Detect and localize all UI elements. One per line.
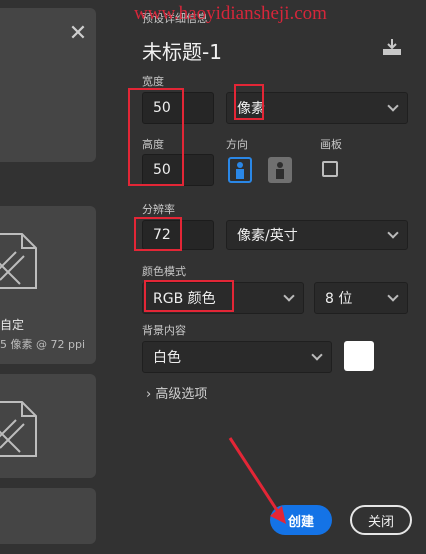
width-label: 宽度	[142, 75, 164, 88]
artboard-checkbox[interactable]	[322, 161, 338, 177]
width-unit-value: 像素	[237, 101, 265, 117]
chevron-right-icon: ›	[146, 387, 152, 402]
bit-depth-value: 8 位	[325, 291, 353, 307]
card-subtitle: 5 像素 @ 72 ppi	[0, 338, 86, 351]
resolution-unit-value: 像素/英寸	[237, 228, 298, 244]
resolution-unit-select[interactable]: 像素/英寸	[226, 220, 408, 250]
preset-card[interactable]	[0, 374, 96, 478]
color-mode-select[interactable]: RGB 颜色	[142, 282, 304, 314]
artboard-label: 画板	[320, 138, 342, 151]
document-ruler-icon	[0, 233, 37, 289]
chevron-down-icon	[283, 290, 295, 302]
width-field[interactable]: 50	[142, 92, 214, 124]
watermark: www.haoyidiansheji.com	[134, 3, 327, 24]
document-title-input[interactable]: 未标题-1	[142, 36, 222, 65]
chevron-down-icon	[387, 100, 399, 112]
background-select[interactable]: 白色	[142, 341, 332, 373]
chevron-down-icon	[387, 290, 399, 302]
color-mode-label: 颜色模式	[142, 265, 186, 278]
advanced-options-label: 高级选项	[155, 387, 208, 402]
preset-card[interactable]	[0, 488, 96, 544]
height-label: 高度	[142, 138, 164, 151]
preset-card[interactable]: ✕	[0, 8, 96, 162]
document-ruler-icon	[0, 401, 37, 457]
color-mode-value: RGB 颜色	[153, 291, 216, 307]
preset-gallery: ✕ 自定 5 像素 @ 72 ppi	[0, 0, 124, 554]
chevron-down-icon	[311, 349, 323, 361]
annotation-arrow	[228, 437, 286, 524]
save-preset-icon[interactable]	[382, 38, 402, 56]
advanced-options-toggle[interactable]: › 高级选项	[146, 383, 207, 402]
background-label: 背景内容	[142, 324, 186, 337]
background-value: 白色	[153, 350, 181, 366]
orientation-label: 方向	[226, 138, 248, 151]
height-field[interactable]: 50	[142, 154, 214, 186]
chevron-down-icon	[387, 227, 399, 239]
resolution-field[interactable]: 72	[142, 220, 214, 250]
close-icon[interactable]: ✕	[66, 22, 90, 46]
preset-details-panel: 预设详细信息 www.haoyidiansheji.com 未标题-1 宽度 5…	[124, 0, 426, 554]
portrait-orientation-icon[interactable]	[228, 157, 252, 183]
background-color-swatch[interactable]	[344, 341, 374, 371]
resolution-label: 分辨率	[142, 203, 175, 216]
preset-card-custom[interactable]: 自定 5 像素 @ 72 ppi	[0, 206, 96, 364]
bit-depth-select[interactable]: 8 位	[314, 282, 408, 314]
close-button[interactable]: 关闭	[350, 505, 412, 535]
landscape-orientation-icon[interactable]	[268, 157, 292, 183]
card-title: 自定	[0, 318, 25, 332]
width-unit-select[interactable]: 像素	[226, 92, 408, 124]
